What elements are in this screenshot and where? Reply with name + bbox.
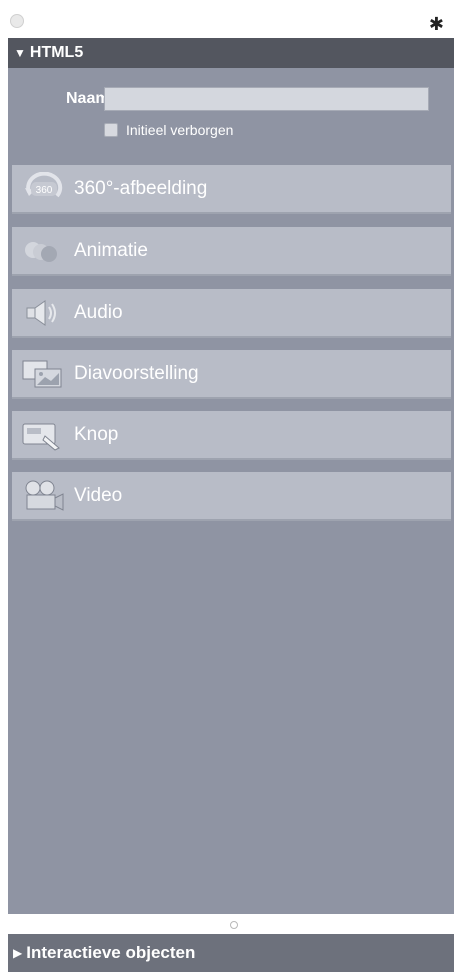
html5-panel: ✱ ▼ HTML5 Naam: Initieel verborgen 360 3…: [8, 0, 454, 972]
html5-section-header[interactable]: ▼ HTML5: [8, 38, 454, 68]
item-video[interactable]: Video: [12, 472, 451, 521]
item-button[interactable]: Knop: [12, 411, 451, 460]
animation-icon: [16, 233, 70, 269]
panel-titlebar: ✱: [8, 0, 454, 38]
initial-hidden-label: Initieel verborgen: [126, 122, 234, 138]
disclosure-triangle-right-icon: ▶: [13, 946, 23, 960]
item-label: 360°-afbeelding: [74, 177, 208, 199]
section-title: HTML5: [29, 44, 84, 61]
resize-handle[interactable]: [230, 921, 238, 929]
slideshow-icon: [16, 356, 70, 392]
item-label: Animatie: [74, 239, 148, 261]
interactive-objects-section-header[interactable]: ▶ Interactieve objecten: [8, 934, 454, 972]
name-field[interactable]: [104, 87, 429, 111]
button-hand-icon: [16, 417, 70, 453]
window-close-dot[interactable]: [10, 14, 24, 28]
video-camera-icon: [16, 478, 70, 514]
section-title: Interactieve objecten: [26, 943, 196, 962]
item-360-image[interactable]: 360 360°-afbeelding: [12, 165, 451, 214]
item-label: Knop: [74, 423, 119, 445]
item-label: Audio: [74, 301, 123, 323]
gear-icon[interactable]: ✱: [429, 15, 444, 33]
rotate-360-icon: 360: [16, 171, 70, 207]
window-left-edge: [0, 0, 8, 972]
item-label: Diavoorstelling: [74, 362, 199, 384]
speaker-icon: [16, 295, 70, 331]
svg-text:360: 360: [36, 185, 53, 196]
initial-hidden-checkbox[interactable]: [104, 123, 118, 137]
item-audio[interactable]: Audio: [12, 289, 451, 338]
item-animation[interactable]: Animatie: [12, 227, 451, 276]
disclosure-triangle-down-icon: ▼: [14, 46, 26, 60]
item-label: Video: [74, 484, 123, 506]
item-slideshow[interactable]: Diavoorstelling: [12, 350, 451, 399]
